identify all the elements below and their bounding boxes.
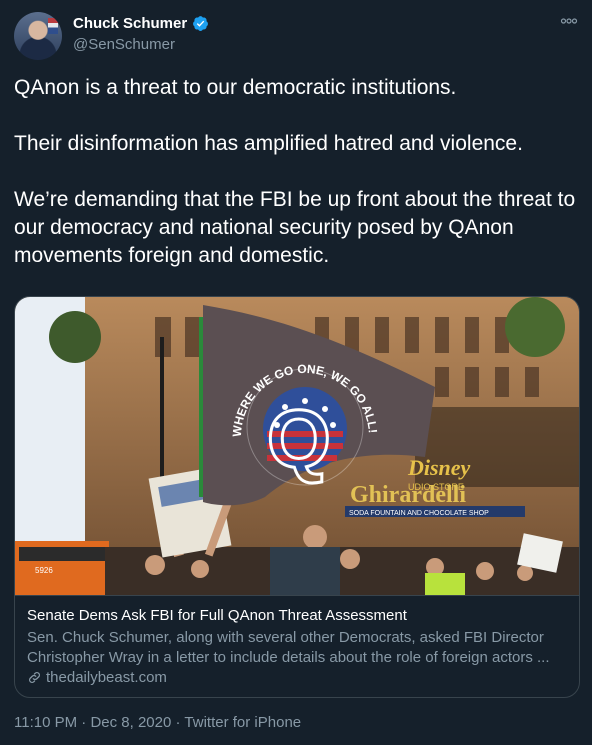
card-description-line: Christopher Wray in a letter to include … bbox=[27, 649, 550, 666]
bus-number: 5926 bbox=[35, 566, 53, 575]
tweet-header: Chuck Schumer @SenSchumer bbox=[14, 12, 578, 60]
card-domain[interactable]: thedailybeast.com bbox=[27, 669, 569, 686]
store-sign-ghirardelli: Ghirardelli bbox=[350, 482, 466, 508]
avatar[interactable] bbox=[14, 12, 62, 60]
tweet-paragraph: We’re demanding that the FBI be up front… bbox=[14, 188, 576, 267]
tweet-paragraph: Their disinformation has amplified hatre… bbox=[14, 132, 523, 155]
author-name-row[interactable]: Chuck Schumer bbox=[73, 15, 209, 32]
tweet-text: QAnon is a threat to our democratic inst… bbox=[14, 74, 580, 270]
flag-letter: Q bbox=[267, 394, 331, 485]
tweet-source[interactable]: Twitter for iPhone bbox=[184, 714, 301, 731]
card-domain-text[interactable]: thedailybeast.com bbox=[46, 669, 167, 686]
tweet-footer: 11:10 PM · Dec 8, 2020 · Twitter for iPh… bbox=[14, 714, 301, 731]
card-photo: Disney UDIO STORE Ghirardelli SODA FOUNT… bbox=[15, 297, 579, 595]
card-description-line: Sen. Chuck Schumer, along with several o… bbox=[27, 629, 544, 646]
author-handle[interactable]: @SenSchumer bbox=[73, 36, 175, 53]
tweet-date[interactable]: Dec 8, 2020 bbox=[90, 714, 171, 731]
link-icon bbox=[29, 672, 40, 683]
card-description: Sen. Chuck Schumer, along with several o… bbox=[27, 628, 569, 668]
store-sign-soda: SODA FOUNTAIN AND CHOCOLATE SHOP bbox=[349, 510, 489, 517]
card-title[interactable]: Senate Dems Ask FBI for Full QAnon Threa… bbox=[27, 606, 569, 626]
card-image[interactable]: Disney UDIO STORE Ghirardelli SODA FOUNT… bbox=[15, 297, 579, 595]
store-sign-disney: Disney bbox=[407, 455, 471, 480]
more-icon[interactable] bbox=[560, 12, 578, 30]
avatar-flag bbox=[48, 18, 58, 34]
tweet-paragraph: QAnon is a threat to our democratic inst… bbox=[14, 76, 457, 99]
author-name[interactable]: Chuck Schumer bbox=[73, 15, 187, 32]
link-card[interactable]: Disney UDIO STORE Ghirardelli SODA FOUNT… bbox=[14, 296, 580, 698]
tweet-time[interactable]: 11:10 PM bbox=[14, 714, 77, 731]
verified-icon bbox=[193, 16, 209, 31]
card-meta[interactable]: Senate Dems Ask FBI for Full QAnon Threa… bbox=[15, 595, 579, 697]
